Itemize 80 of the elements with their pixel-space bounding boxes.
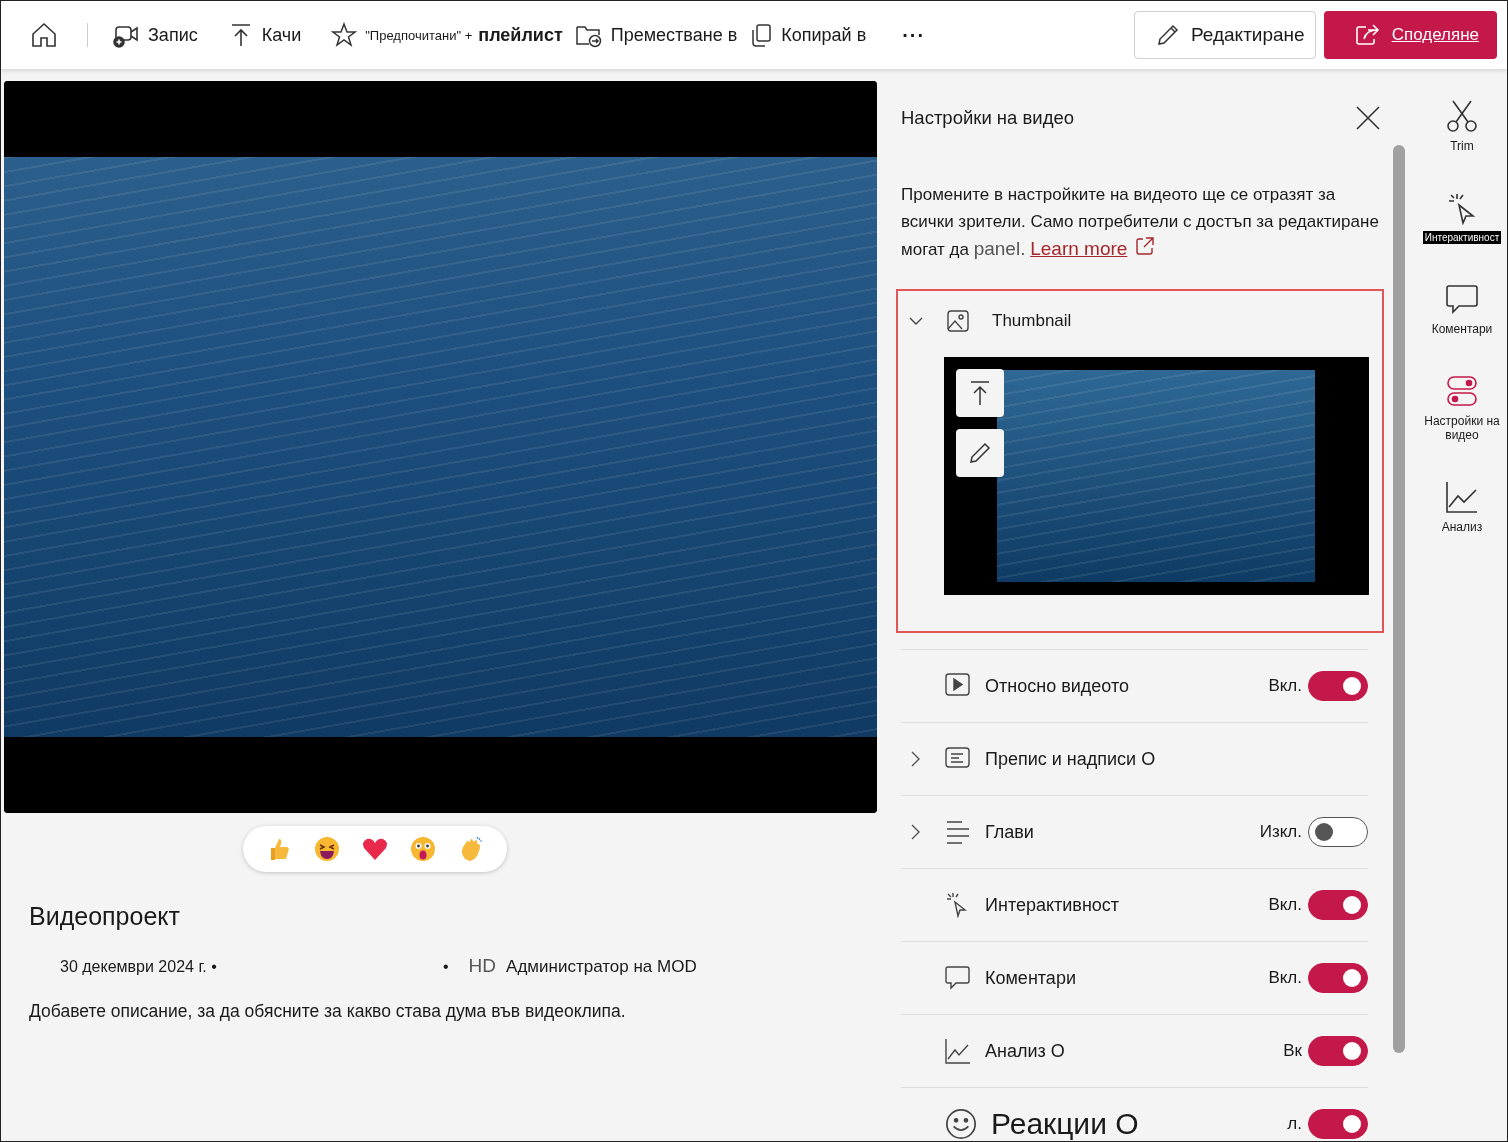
rail-comment-button[interactable]: Коментари bbox=[1422, 282, 1502, 336]
edit-thumbnail-button[interactable] bbox=[956, 429, 1004, 477]
toggle-state-label: Вкл. bbox=[1268, 895, 1302, 915]
setting-label: Анализ O bbox=[985, 1040, 1065, 1062]
separator-dot: • bbox=[443, 958, 449, 976]
toolbar-favorite-button[interactable]: "Предпочитани" + плейлист bbox=[331, 22, 563, 48]
chevron-icon[interactable] bbox=[909, 750, 921, 768]
toggle-switch[interactable] bbox=[1308, 817, 1368, 847]
hd-label: HD bbox=[468, 955, 497, 977]
rail-pointer-button[interactable]: Интерактивност bbox=[1422, 191, 1502, 244]
toggle-state-label: Изкл. bbox=[1259, 822, 1302, 842]
share-icon bbox=[1353, 23, 1380, 47]
toggle-switch[interactable] bbox=[1308, 1109, 1368, 1139]
video-description: Добавете описание, за да обясните за какво става дума във видеоклипа. bbox=[29, 1001, 627, 1022]
panel-description: Промените в настройките на видеото ще се отразят за всички зрители. Само потребители с достъп за редактиране могат да panel. Learn more bbox=[901, 184, 1380, 261]
toggle-switch[interactable] bbox=[1308, 963, 1368, 993]
copy-icon bbox=[749, 22, 774, 48]
upload-thumbnail-button[interactable] bbox=[956, 369, 1004, 417]
video-title: Видеопроект bbox=[29, 902, 181, 931]
favorites-label: "Предпочитани" + bbox=[365, 27, 473, 43]
surprised-reaction-button[interactable] bbox=[408, 835, 437, 863]
setting-label: Относно видеото bbox=[985, 675, 1129, 697]
edit-button[interactable]: Редактиране bbox=[1133, 11, 1316, 59]
toggle-state-label: л. bbox=[1287, 1114, 1302, 1134]
setting-label: Глави bbox=[985, 821, 1034, 843]
close-button[interactable] bbox=[1355, 105, 1381, 131]
rail-label: Настройки на видео bbox=[1423, 414, 1501, 442]
learn-more-link[interactable]: Learn more bbox=[1030, 238, 1156, 259]
video-player[interactable] bbox=[4, 81, 877, 813]
toolbar-upload-button[interactable]: Качи bbox=[227, 22, 302, 48]
smile-icon bbox=[945, 1108, 977, 1140]
setting-label: Коментари bbox=[985, 967, 1076, 989]
scissors-icon bbox=[1445, 99, 1479, 133]
home-icon bbox=[29, 20, 59, 50]
setting-label: Интерактивност bbox=[985, 894, 1120, 916]
image-icon bbox=[946, 309, 970, 333]
scrollbar[interactable] bbox=[1393, 145, 1405, 1053]
upload-date: 30 декември 2024 г. • bbox=[60, 958, 218, 976]
switches-icon bbox=[1445, 374, 1479, 408]
rail-chart-button[interactable]: Анализ bbox=[1422, 480, 1502, 534]
external-link-icon bbox=[1135, 236, 1156, 256]
rail-label: Trim bbox=[1449, 139, 1475, 153]
upload-icon bbox=[968, 379, 992, 407]
rail-label: Анализ bbox=[1440, 520, 1484, 534]
toggle-switch[interactable] bbox=[1308, 890, 1368, 920]
edit-label: Редактиране bbox=[1190, 24, 1305, 46]
toggle-switch[interactable] bbox=[1308, 1036, 1368, 1066]
pencil-icon bbox=[967, 440, 993, 466]
toolbar-copy-button[interactable]: Копирай в bbox=[749, 22, 867, 48]
comment-icon bbox=[945, 965, 971, 991]
toggle-state-label: Вкл. bbox=[1268, 676, 1302, 696]
owner-name: Администратор на MOD bbox=[506, 957, 697, 977]
chapters-icon bbox=[945, 819, 971, 845]
thumbnail-expander[interactable]: Thumbnail bbox=[908, 309, 1072, 333]
rail-label: Интерактивност bbox=[1422, 231, 1502, 244]
playlist-label: плейлист bbox=[478, 24, 563, 46]
star-icon bbox=[331, 22, 358, 48]
toggle-switch[interactable] bbox=[1308, 671, 1368, 701]
laugh-reaction-button[interactable] bbox=[312, 835, 341, 863]
thumbnail-label: Thumbnail bbox=[992, 311, 1072, 331]
toolbar-record-button[interactable]: Запис bbox=[112, 21, 198, 49]
setting-label: Реакции O bbox=[991, 1107, 1139, 1141]
rail-switches-button[interactable]: Настройки на видео bbox=[1422, 374, 1502, 442]
share-label: Споделяне bbox=[1391, 25, 1479, 45]
chart-icon bbox=[945, 1038, 971, 1064]
toolbar-move-button[interactable]: Преместване в bbox=[574, 22, 738, 48]
share-button[interactable]: Споделяне bbox=[1323, 11, 1497, 59]
comment-icon bbox=[1445, 282, 1479, 316]
chart-icon bbox=[1445, 480, 1479, 514]
rail-label: Коментари bbox=[1430, 322, 1494, 336]
chevron-icon[interactable] bbox=[909, 823, 921, 841]
close-icon bbox=[1355, 105, 1381, 131]
home-button[interactable] bbox=[29, 20, 59, 50]
toggle-state-label: Вкл. bbox=[1268, 968, 1302, 988]
setting-label: Препис и надписи O bbox=[985, 748, 1156, 770]
panel-title: Настройки на видео bbox=[901, 107, 1075, 129]
more-button[interactable]: ··· bbox=[896, 23, 932, 47]
play-icon bbox=[945, 673, 971, 699]
toggle-state-label: Вк bbox=[1283, 1041, 1302, 1061]
rail-scissors-button[interactable]: Trim bbox=[1422, 99, 1502, 153]
